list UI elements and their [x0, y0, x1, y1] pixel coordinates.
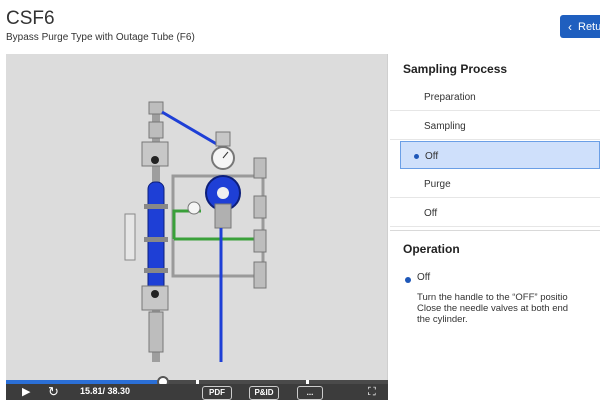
- header: CSF6 Bypass Purge Type with Outage Tube …: [0, 0, 600, 52]
- step-item[interactable]: Sampling: [390, 112, 600, 140]
- step-label: Off: [424, 208, 438, 219]
- section-divider: [390, 230, 600, 231]
- needle-valve-3[interactable]: [253, 229, 267, 253]
- play-icon[interactable]: ▶: [22, 384, 30, 400]
- time-readout: 15.81/ 38.30: [80, 386, 131, 396]
- chevron-left-icon: ‹: [568, 19, 572, 34]
- needle-valve-2[interactable]: [253, 195, 267, 219]
- step-label: Purge: [424, 179, 451, 190]
- side-panel: Sampling Process Preparation Sampling Off P…: [390, 54, 600, 400]
- page-title: CSF6: [6, 8, 55, 29]
- return-button[interactable]: ‹ Retu: [560, 15, 600, 38]
- fullscreen-icon[interactable]: ⛶: [368, 384, 376, 400]
- pid-button[interactable]: P&ID: [249, 386, 279, 400]
- gauge-stem: [215, 131, 231, 147]
- step-item[interactable]: Off: [390, 199, 600, 227]
- cylinder-clamp-1: [144, 204, 168, 209]
- equipment-viewer[interactable]: ▶ ↻ 15.81/ 38.30 PDF P&ID ... ⛶: [6, 54, 388, 400]
- step-label: Preparation: [424, 92, 476, 103]
- operation-description: Turn the handle to the “OFF” positio Clo…: [417, 292, 569, 325]
- outage-tube: [124, 213, 136, 261]
- operation-bullet: [405, 277, 411, 283]
- return-button-label: Retu: [578, 20, 600, 33]
- small-gauge-icon: [187, 201, 201, 215]
- regulator-body: [214, 203, 232, 229]
- sampling-process-title: Sampling Process: [403, 62, 508, 76]
- replay-icon[interactable]: ↻: [48, 384, 59, 400]
- upper-valve-knob: [151, 156, 159, 164]
- pdf-button[interactable]: PDF: [202, 386, 232, 400]
- cylinder-clamp-2: [144, 237, 168, 242]
- top-fitting: [148, 101, 164, 115]
- step-label: Off: [425, 151, 439, 162]
- step-label: Sampling: [424, 121, 466, 132]
- purge-line: [172, 209, 201, 239]
- caption-button[interactable]: ...: [297, 386, 323, 400]
- player-controls: ▶ ↻ 15.81/ 38.30 PDF P&ID ... ⛶: [6, 384, 388, 400]
- step-item[interactable]: Preparation: [390, 83, 600, 111]
- needle-valve-1[interactable]: [253, 157, 267, 179]
- equipment-3d-scene: [124, 101, 267, 362]
- step-item[interactable]: Purge: [390, 170, 600, 198]
- needle-valve-4[interactable]: [253, 261, 267, 289]
- cylinder-clamp-3: [144, 268, 168, 273]
- valve-handle-hub: [217, 187, 229, 199]
- step-item[interactable]: Off: [400, 141, 600, 169]
- upper-fitting: [148, 121, 164, 139]
- top-sample-line: [161, 110, 221, 148]
- page-subtitle: Bypass Purge Type with Outage Tube (F6): [6, 32, 195, 43]
- lower-valve-knob: [151, 290, 159, 298]
- operation-state: Off: [417, 272, 431, 283]
- bottom-fitting: [148, 311, 164, 353]
- active-step-bullet: [414, 154, 419, 159]
- operation-title: Operation: [403, 242, 460, 256]
